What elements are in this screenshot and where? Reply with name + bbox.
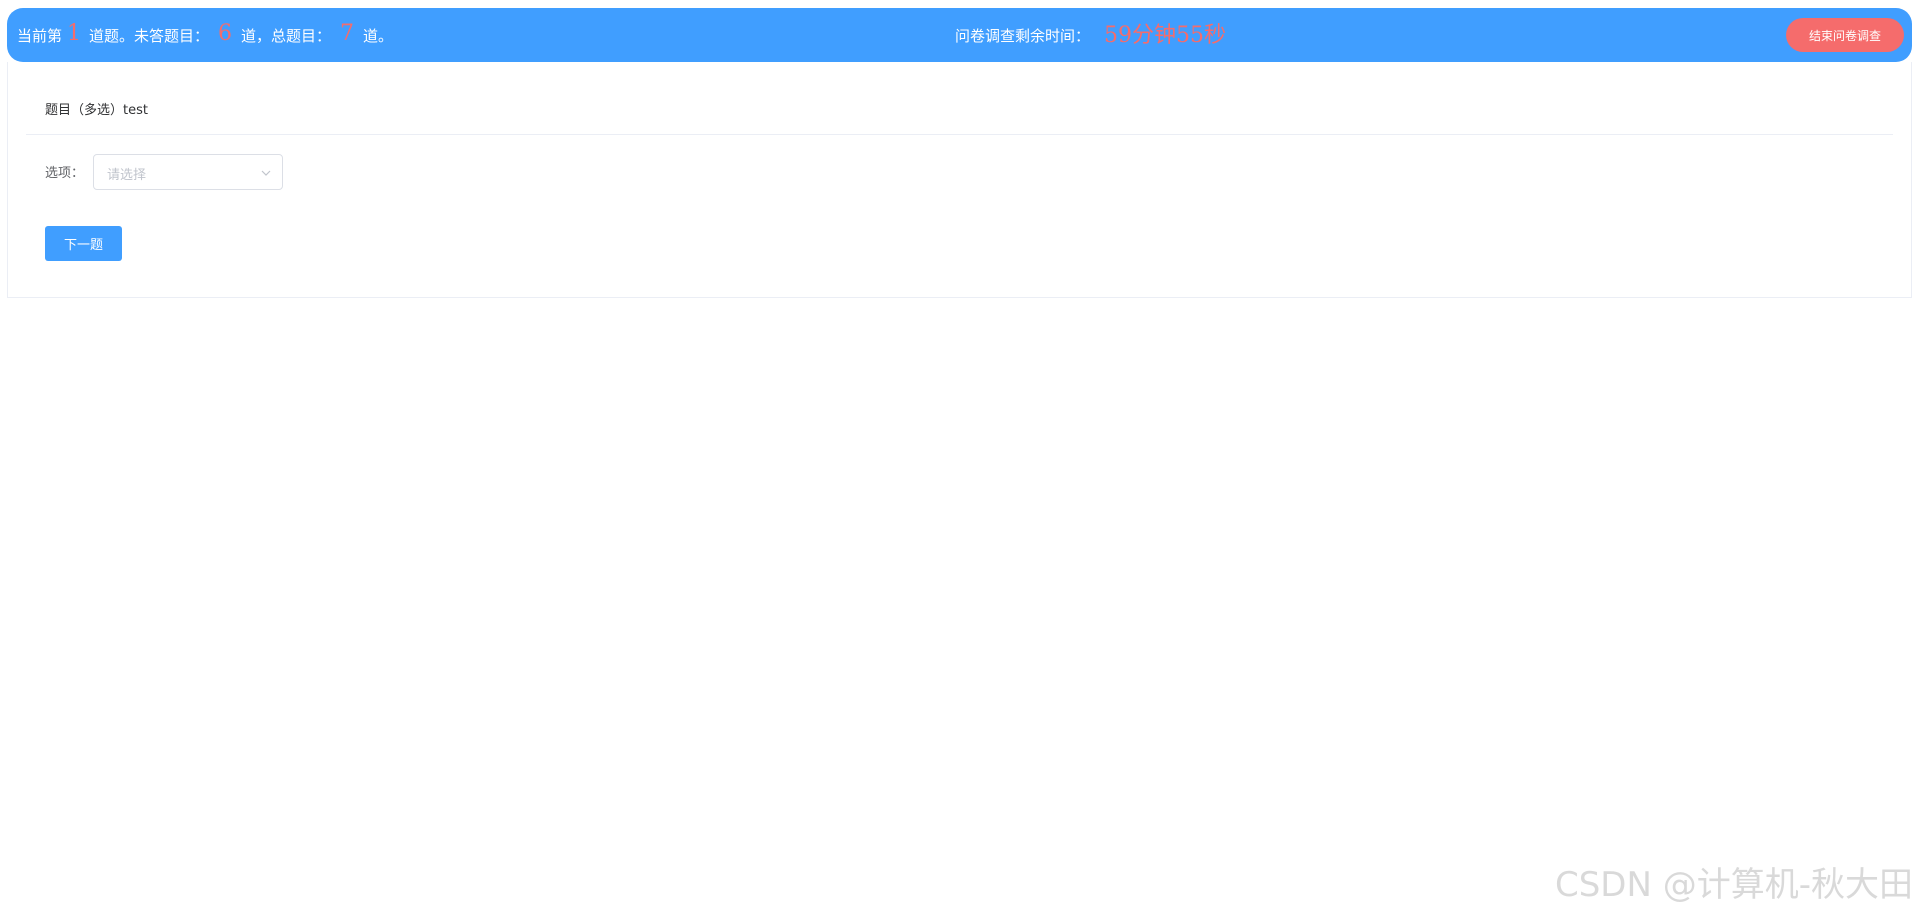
total-count: 7: [340, 20, 355, 46]
timer-info: 问卷调查剩余时间： 59分钟55秒: [955, 8, 1226, 62]
timer-label: 问卷调查剩余时间：: [955, 26, 1091, 45]
unanswered-suffix: 道，总题目：: [241, 26, 332, 45]
top-status-bar: 当前第 1 道题。未答题目： 6 道，总题目： 7 道。 问卷调查剩余时间： 5…: [7, 8, 1912, 62]
option-select[interactable]: 请选择: [93, 154, 283, 190]
total-suffix: 道。: [363, 26, 394, 45]
question-card: 题目（多选）test 选项： 请选择 下一题: [7, 62, 1912, 298]
end-survey-button[interactable]: 结束问卷调查: [1786, 18, 1904, 52]
unanswered-count: 6: [218, 20, 233, 46]
next-question-button[interactable]: 下一题: [45, 226, 122, 261]
current-suffix: 道题。未答题目：: [89, 26, 210, 45]
option-label: 选项：: [45, 166, 85, 181]
select-placeholder: 请选择: [107, 168, 147, 183]
question-title: 题目（多选）test: [45, 103, 148, 118]
timer-value: 59分钟55秒: [1104, 23, 1227, 48]
divider: [26, 134, 1893, 135]
progress-info: 当前第 1 道题。未答题目： 6 道，总题目： 7 道。: [17, 8, 393, 62]
current-question-number: 1: [67, 20, 82, 46]
progress-prefix: 当前第: [17, 26, 63, 45]
watermark: CSDN @计算机-秋大田: [1554, 865, 1913, 905]
chevron-down-icon: [261, 170, 271, 176]
